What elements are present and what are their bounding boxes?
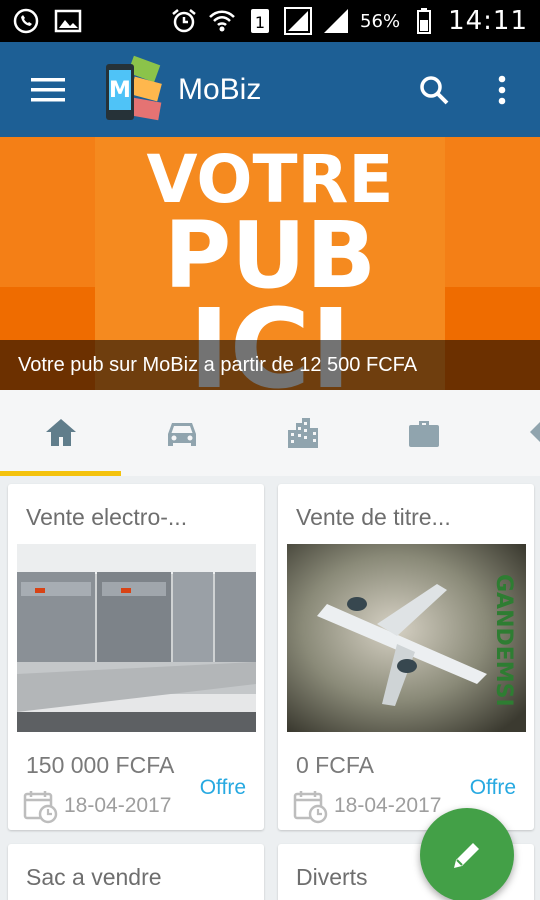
building-icon xyxy=(287,418,318,448)
listing-title: Sac a vendre xyxy=(26,864,162,890)
listing-date: 18-04-2017 xyxy=(292,788,441,824)
svg-text:M: M xyxy=(109,78,131,103)
tag-icon xyxy=(529,421,540,443)
image-icon xyxy=(54,7,82,35)
pencil-icon xyxy=(454,843,479,868)
create-listing-button[interactable] xyxy=(420,808,514,900)
search-icon xyxy=(420,75,449,104)
calendar-clock-icon xyxy=(293,791,328,824)
listing-card[interactable]: Vente electro-... 150 000 FCFA Offre 18-… xyxy=(8,484,264,830)
car-icon xyxy=(167,423,196,446)
banner-caption: Votre pub sur MoBiz a partir de 12 500 F… xyxy=(0,340,540,390)
listing-card[interactable]: Vente de titre... GANDEMSI 0 FCFA Offre … xyxy=(278,484,534,830)
ad-banner[interactable]: VOTRE PUB ICI Votre pub sur MoBiz a part… xyxy=(0,137,540,390)
listing-title: Vente de titre... xyxy=(296,504,451,530)
airplane-ticket-photo: GANDEMSI xyxy=(287,544,526,732)
wifi-icon xyxy=(208,7,236,35)
battery-icon xyxy=(410,7,438,35)
battery-percent: 56% xyxy=(360,10,401,32)
whatsapp-icon xyxy=(12,7,40,35)
menu-button[interactable] xyxy=(18,60,78,120)
listing-title: Diverts xyxy=(296,864,368,890)
status-bar: 1 56% 14:11 xyxy=(0,0,540,42)
listing-price: 0 FCFA xyxy=(296,752,374,778)
tab-jobs[interactable] xyxy=(363,390,484,476)
listing-date-text: 18-04-2017 xyxy=(334,794,442,817)
listing-title: Vente electro-... xyxy=(26,504,188,530)
refrigerators-photo xyxy=(17,544,256,732)
tab-home[interactable] xyxy=(0,390,121,476)
sim-icon: 1 xyxy=(246,7,274,35)
alarm-icon xyxy=(170,7,198,35)
category-tabs xyxy=(0,390,540,476)
listing-card[interactable]: Sac a vendre xyxy=(8,844,264,900)
search-button[interactable] xyxy=(410,66,458,114)
listing-type: Offre xyxy=(199,776,246,799)
home-icon xyxy=(45,419,76,446)
listing-price: 150 000 FCFA xyxy=(26,752,175,778)
menu-icon xyxy=(31,77,65,101)
app-logo: M xyxy=(102,50,166,130)
tab-vehicles[interactable] xyxy=(121,390,242,476)
signal-icon xyxy=(322,7,350,35)
more-vert-icon xyxy=(498,75,506,104)
sim-slot-label: 1 xyxy=(255,13,265,32)
listing-type: Offre xyxy=(469,776,516,799)
listing-image: GANDEMSI xyxy=(287,544,526,732)
briefcase-icon xyxy=(408,421,439,447)
svg-text:GANDEMSI: GANDEMSI xyxy=(491,574,516,707)
calendar-clock-icon xyxy=(23,791,58,824)
more-options-button[interactable] xyxy=(478,66,526,114)
listing-image xyxy=(17,544,256,732)
signal-icon xyxy=(284,7,313,35)
clock: 14:11 xyxy=(448,6,528,36)
listing-date: 18-04-2017 xyxy=(22,788,171,824)
app-bar: M MoBiz xyxy=(0,42,540,137)
tab-other[interactable] xyxy=(484,390,540,476)
app-title: MoBiz xyxy=(178,72,262,106)
listing-date-text: 18-04-2017 xyxy=(64,794,172,817)
tab-real-estate[interactable] xyxy=(242,390,363,476)
